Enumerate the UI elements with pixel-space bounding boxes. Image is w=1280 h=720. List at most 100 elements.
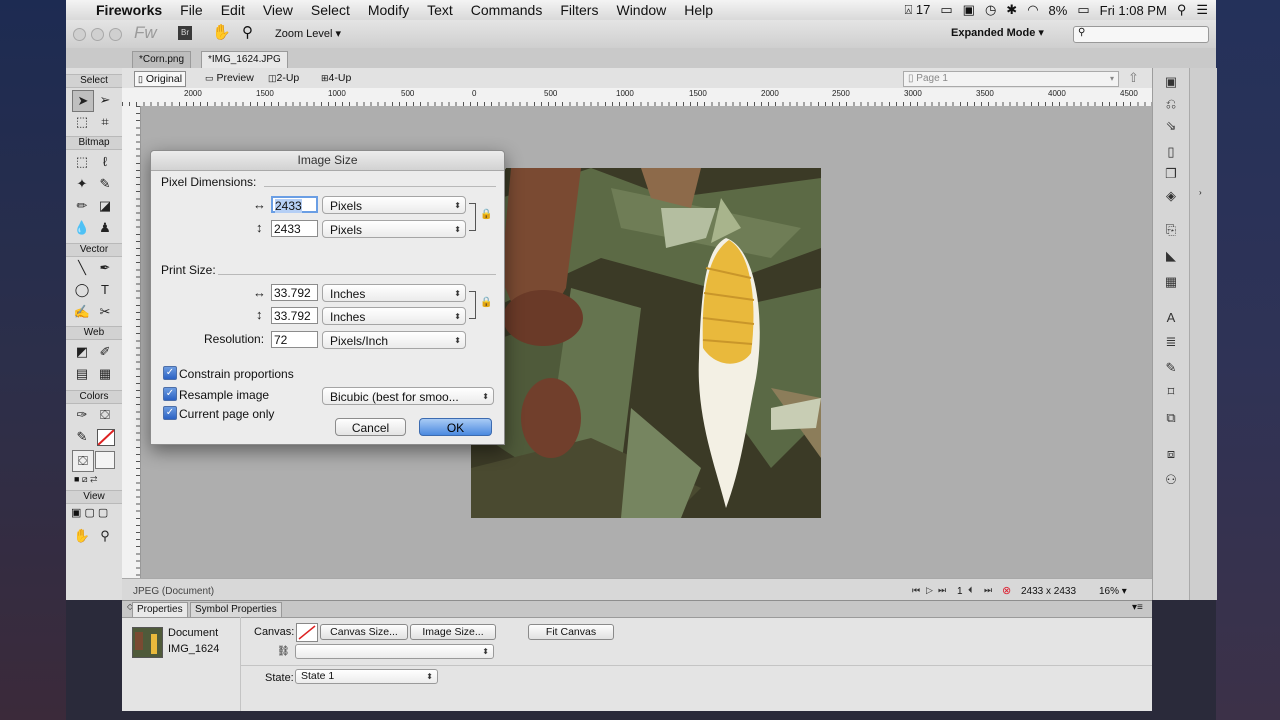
menu-view[interactable]: View [254, 2, 302, 18]
corn-photo[interactable] [471, 168, 821, 518]
slice-tool-icon[interactable]: ✐ [95, 342, 115, 362]
zoom-tool-icon[interactable]: ⚲ [95, 526, 115, 546]
menu-select[interactable]: Select [302, 2, 359, 18]
behaviors-panel-icon[interactable]: ⧈ [1162, 446, 1180, 462]
page-options-icon[interactable]: ⇧ [1128, 70, 1139, 86]
wifi-icon[interactable]: ◠ [1027, 2, 1038, 18]
text-tool-icon[interactable]: T [95, 280, 115, 300]
bridge-button[interactable]: Br [178, 26, 192, 40]
print-width-input[interactable]: 33.792 [271, 284, 318, 301]
tab-img-1624[interactable]: *IMG_1624.JPG [201, 51, 288, 68]
pixel-height-unit-dropdown[interactable]: Pixels ⬍ [322, 220, 466, 238]
chevron-right-icon[interactable]: › [1199, 188, 1202, 197]
time-machine-icon[interactable]: ◷ [985, 2, 996, 18]
zoom-tool-icon[interactable]: ⚲ [242, 23, 253, 41]
swatches-panel-icon[interactable]: ▦ [1162, 274, 1180, 290]
zoom-level-dropdown[interactable]: Zoom Level ▾ [275, 27, 341, 40]
view-2up-button[interactable]: ◫2-Up [265, 71, 302, 85]
zoom-dropdown[interactable]: 16% ▾ [1099, 586, 1127, 597]
menu-text[interactable]: Text [418, 2, 462, 18]
blur-tool-icon[interactable]: 💧 [72, 218, 92, 238]
airplay-icon[interactable]: ▣ [963, 2, 975, 18]
eyedropper-tool-icon[interactable]: ✑ [72, 405, 92, 425]
help-search-input[interactable]: ⚲ [1073, 26, 1209, 43]
view-preview-button[interactable]: ▭ Preview [202, 71, 257, 85]
ellipse-tool-icon[interactable]: ◯ [72, 280, 92, 300]
scale-tool-icon[interactable]: ⬚ [72, 112, 92, 132]
panel-menu-icon[interactable]: ▾≡ [1132, 602, 1143, 613]
frame-play-icon[interactable]: ▷ [926, 585, 933, 596]
current-page-only-checkbox[interactable]: ✓ [163, 406, 177, 420]
paint-bucket-tool-icon[interactable]: ⛋ [95, 405, 115, 425]
library-panel-icon[interactable]: ⚇ [1162, 472, 1180, 488]
freeform-tool-icon[interactable]: ✍ [72, 302, 92, 322]
menu-modify[interactable]: Modify [359, 2, 418, 18]
pixel-width-input[interactable]: 2433 [271, 196, 318, 213]
tab-properties[interactable]: Properties [132, 602, 188, 617]
hand-tool-icon[interactable]: ✋ [72, 526, 92, 546]
stroke-color-icon[interactable]: ✎ [72, 427, 92, 447]
marquee-tool-icon[interactable]: ⬚ [72, 152, 92, 172]
state-dropdown[interactable]: State 1 ⬍ [295, 669, 438, 684]
symbols-panel-icon[interactable]: ⧉ [1162, 410, 1180, 426]
resample-image-checkbox[interactable]: ✓ [163, 387, 177, 401]
zoom-window-button[interactable] [109, 28, 122, 41]
pages-icon[interactable]: ▯ [1162, 144, 1180, 160]
battery-percent[interactable]: 8% [1049, 3, 1068, 18]
notification-icon[interactable]: ☰ [1196, 2, 1208, 18]
page-dropdown[interactable]: ▯ Page 1 ▾ [903, 71, 1119, 87]
tab-symbol-properties[interactable]: Symbol Properties [190, 602, 282, 618]
ok-button[interactable]: OK [419, 418, 492, 436]
canvas-option-dropdown[interactable]: ⬍ [295, 644, 494, 659]
show-slices-icon[interactable]: ▦ [95, 364, 115, 384]
hand-tool-icon[interactable]: ✋ [212, 23, 231, 41]
screen-mode-icons[interactable]: ▣ ▢ ▢ [71, 506, 108, 519]
frame-prev-icon[interactable]: ⏴ [968, 585, 973, 596]
frame-first-icon[interactable]: ⏮ [912, 585, 920, 596]
resample-method-dropdown[interactable]: Bicubic (best for smoo... ⬍ [322, 387, 494, 405]
menu-file[interactable]: File [171, 2, 212, 18]
image-size-button[interactable]: Image Size... [410, 624, 496, 640]
text-panel-icon[interactable]: A [1162, 310, 1180, 326]
edit-panel-icon[interactable]: ✎ [1162, 360, 1180, 376]
path-panel-icon[interactable]: ⇘ [1162, 118, 1180, 134]
cancel-button[interactable]: Cancel [335, 418, 406, 436]
styles-panel-icon[interactable]: ◣ [1162, 248, 1180, 264]
print-height-input[interactable]: 33.792 [271, 307, 318, 324]
eraser-tool-icon[interactable]: ◪ [95, 196, 115, 216]
keyboard-icon[interactable]: ▭ [940, 2, 952, 18]
resolution-input[interactable]: 72 [271, 331, 318, 348]
magic-wand-tool-icon[interactable]: ✦ [72, 174, 92, 194]
layers-panel-icon[interactable]: ◈ [1162, 188, 1180, 204]
knife-tool-icon[interactable]: ✂ [95, 302, 115, 322]
menu-commands[interactable]: Commands [462, 2, 552, 18]
pencil-tool-icon[interactable]: ✏ [72, 196, 92, 216]
align-panel-icon[interactable]: ≣ [1162, 334, 1180, 350]
bluetooth-icon[interactable]: ✱ [1006, 2, 1017, 18]
print-height-unit-dropdown[interactable]: Inches ⬍ [322, 307, 466, 325]
history-panel-icon[interactable]: ⎌ [1162, 96, 1180, 112]
menu-help[interactable]: Help [675, 2, 722, 18]
crop-tool-icon[interactable]: ⌗ [95, 112, 115, 132]
view-4up-button[interactable]: ⊞4-Up [318, 71, 354, 85]
canvas-size-button[interactable]: Canvas Size... [320, 624, 408, 640]
fit-canvas-button[interactable]: Fit Canvas [528, 624, 614, 640]
hide-slices-icon[interactable]: ▤ [72, 364, 92, 384]
print-width-unit-dropdown[interactable]: Inches ⬍ [322, 284, 466, 302]
assets-panel-icon[interactable]: ⎘ [1162, 222, 1180, 238]
app-menu[interactable]: Fireworks [90, 2, 171, 18]
fill-color-icon[interactable]: ⛋ [72, 450, 94, 472]
pointer-tool-icon[interactable]: ➤ [72, 90, 94, 112]
stroke-color-swatch[interactable] [97, 429, 115, 446]
minimize-window-button[interactable] [91, 28, 104, 41]
pages-panel-icon[interactable]: ▣ [1162, 74, 1180, 90]
fill-color-swatch[interactable] [95, 451, 115, 469]
tab-corn-png[interactable]: *Corn.png [132, 51, 192, 68]
adobe-status-icon[interactable]: ⍓ 17 [904, 2, 930, 18]
line-tool-icon[interactable]: ╲ [72, 258, 92, 278]
color-defaults-icons[interactable]: ■ ⧄ ⇄ [74, 474, 97, 485]
view-original-button[interactable]: ▯ Original [134, 71, 187, 87]
lasso-tool-icon[interactable]: ℓ [95, 152, 115, 172]
pixel-width-unit-dropdown[interactable]: Pixels ⬍ [322, 196, 466, 214]
canvas-color-swatch[interactable] [296, 623, 318, 642]
